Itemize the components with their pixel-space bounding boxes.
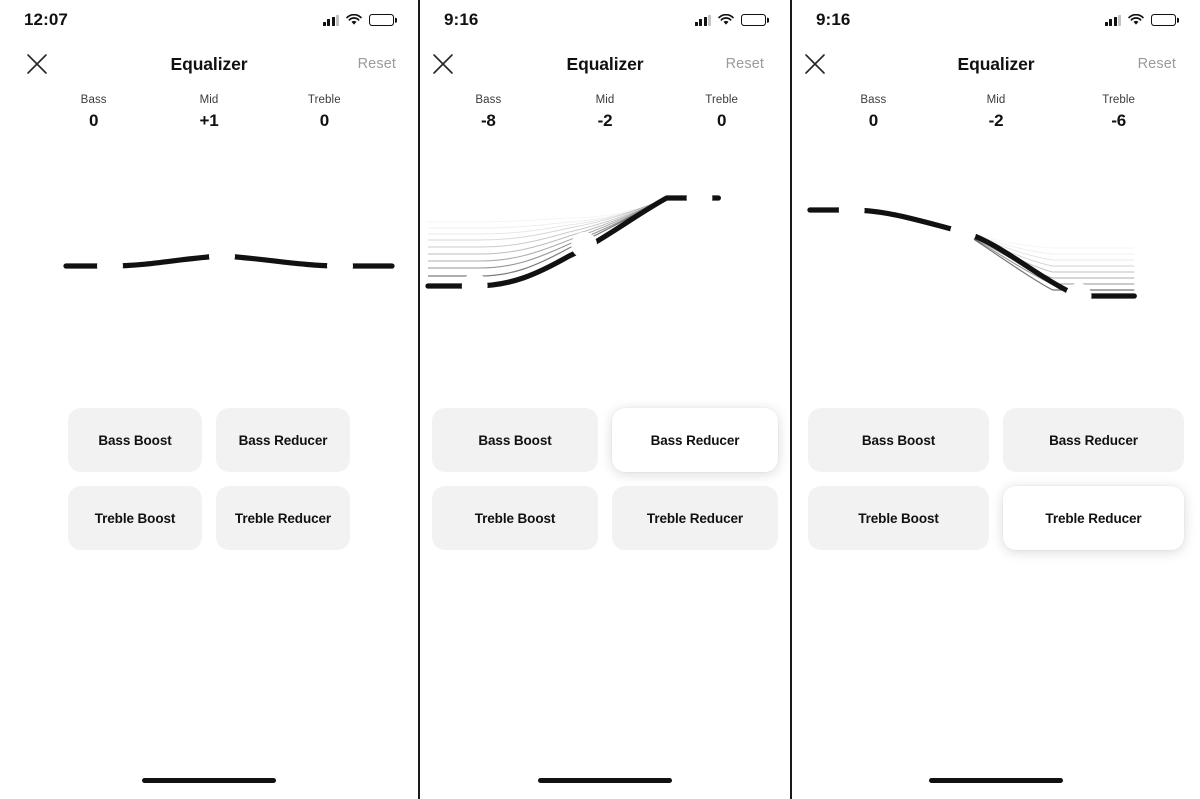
eq-handle-treble[interactable] [1065,283,1092,309]
signal-bars-icon [322,14,339,26]
band-readouts: Bass -8 Mid -2 Treble 0 [420,92,790,132]
band-treble: Treble -6 [1057,92,1180,132]
band-label: Bass [860,94,887,106]
reset-button[interactable]: Reset [358,56,396,72]
eq-handle-mid[interactable] [571,232,598,258]
preset-treble-boost[interactable]: Treble Boost [808,486,989,550]
band-bass: Bass 0 [36,92,151,132]
band-value: +1 [199,111,219,130]
band-label: Bass [80,94,107,106]
battery-icon [1151,14,1176,26]
signal-bars-icon [1104,14,1121,26]
status-time: 9:16 [444,10,479,29]
status-bar: 9:16 [420,0,790,40]
preset-bass-reducer[interactable]: Bass Reducer [216,408,350,472]
close-icon[interactable] [804,53,826,75]
status-bar: 12:07 [0,0,418,40]
band-value: -2 [988,111,1004,130]
band-label: Mid [595,94,615,106]
preset-treble-boost[interactable]: Treble Boost [68,486,202,550]
preset-treble-reducer[interactable]: Treble Reducer [1003,486,1184,550]
eq-curve-chart[interactable] [792,170,1200,385]
preset-bass-boost[interactable]: Bass Boost [68,408,202,472]
band-label: Treble [307,94,341,106]
band-treble: Treble 0 [267,92,382,132]
reset-button[interactable]: Reset [726,56,764,72]
band-value: 0 [89,111,99,130]
status-bar: 9:16 [792,0,1200,40]
page-title: Equalizer [170,53,248,74]
preset-grid: Bass Boost Bass Reducer Treble Boost Tre… [792,408,1200,550]
band-label: Treble [705,94,739,106]
screenshot-root: 12:07 Equalizer Reset Bass 0 Mid +1 Treb… [0,0,1200,799]
eq-ghost-trails [427,197,719,277]
preset-bass-reducer[interactable]: Bass Reducer [612,408,778,472]
wifi-icon [1128,14,1144,26]
preset-bass-boost[interactable]: Bass Boost [808,408,989,472]
band-label: Treble [1102,94,1136,106]
status-icons [1104,14,1176,26]
eq-handle-treble[interactable] [686,185,713,211]
home-indicator[interactable] [142,778,276,783]
band-bass: Bass -8 [430,92,547,132]
home-indicator[interactable] [929,778,1063,783]
status-time: 12:07 [24,10,68,29]
eq-curve-chart[interactable] [420,170,790,385]
phone-screen-3: 9:16 Equalizer Reset Bass 0 Mid -2 Trebl… [790,0,1200,799]
band-label: Mid [986,94,1006,106]
preset-treble-reducer[interactable]: Treble Reducer [612,486,778,550]
preset-grid: Bass Boost Bass Reducer Treble Boost Tre… [0,408,418,550]
preset-bass-boost[interactable]: Bass Boost [432,408,598,472]
home-indicator[interactable] [538,778,672,783]
band-readouts: Bass 0 Mid +1 Treble 0 [0,92,418,132]
battery-icon [369,14,394,26]
eq-handle-bass[interactable] [838,197,865,223]
phone-screen-2: 9:16 Equalizer Reset Bass -8 Mid -2 Treb… [418,0,790,799]
battery-icon [741,14,766,26]
band-mid: Mid -2 [547,92,664,132]
band-bass: Bass 0 [812,92,935,132]
band-value: 0 [717,111,727,130]
eq-handle-mid[interactable] [209,243,235,269]
status-time: 9:16 [816,10,851,29]
band-readouts: Bass 0 Mid -2 Treble -6 [792,92,1200,132]
preset-treble-reducer[interactable]: Treble Reducer [216,486,350,550]
wifi-icon [346,14,362,26]
reset-button[interactable]: Reset [1138,56,1176,72]
eq-handle-bass[interactable] [461,273,488,299]
band-mid: Mid +1 [151,92,266,132]
close-icon[interactable] [432,53,454,75]
eq-ghost-trails [809,209,1135,291]
status-icons [322,14,394,26]
band-label: Bass [475,94,502,106]
status-icons [694,14,766,26]
eq-handle-mid[interactable] [950,219,977,245]
preset-bass-reducer[interactable]: Bass Reducer [1003,408,1184,472]
close-icon[interactable] [26,53,48,75]
eq-curve-chart[interactable] [0,170,418,385]
nav-bar: Equalizer Reset [792,44,1200,84]
band-treble: Treble 0 [663,92,780,132]
eq-handle-bass[interactable] [97,253,123,279]
band-value: 0 [319,111,329,130]
band-mid: Mid -2 [935,92,1058,132]
wifi-icon [718,14,734,26]
band-value: -2 [597,111,613,130]
eq-handle-treble[interactable] [327,253,353,279]
preset-grid: Bass Boost Bass Reducer Treble Boost Tre… [420,408,790,550]
band-value: 0 [868,111,878,130]
nav-bar: Equalizer Reset [420,44,790,84]
band-value: -6 [1111,111,1127,130]
nav-bar: Equalizer Reset [0,44,418,84]
preset-treble-boost[interactable]: Treble Boost [432,486,598,550]
band-value: -8 [480,111,496,130]
signal-bars-icon [694,14,711,26]
band-label: Mid [199,94,219,106]
phone-screen-1: 12:07 Equalizer Reset Bass 0 Mid +1 Treb… [0,0,418,799]
